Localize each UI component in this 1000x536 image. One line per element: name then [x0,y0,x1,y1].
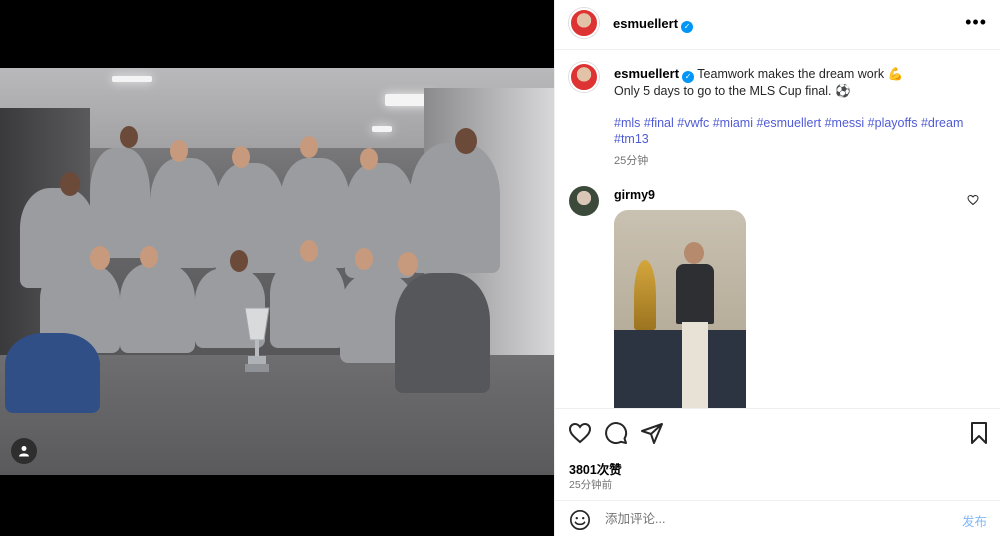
photo-person [270,258,345,348]
bookmark-icon[interactable] [967,421,991,445]
hashtag-link[interactable]: #esmuellert [756,116,821,130]
hashtag-link[interactable]: #vwfc [677,116,709,130]
emoji-icon[interactable] [569,509,591,531]
comment-image-trophy [634,260,656,330]
trophy-icon [244,307,270,372]
author-username[interactable]: esmuellert [613,16,678,31]
photo-head [90,246,110,270]
comment-icon[interactable] [604,421,628,445]
post-side-panel: esmuellert ✓ ••• esmuellert ✓ Teamwork mak… [554,0,1000,536]
comment-like-icon[interactable] [967,194,979,206]
post-comment-button[interactable]: 发布 [962,511,987,530]
like-count[interactable]: 3801次赞 [569,459,622,478]
comment-image-jacket [676,264,714,324]
photo-head [300,240,318,262]
caption-timestamp: 25分钟 [614,155,649,167]
heart-icon[interactable] [568,421,592,445]
photo-head [300,136,318,158]
photo-head [232,146,250,168]
photo-head [230,250,248,272]
author-name-row: esmuellert ✓ [613,15,694,33]
photo-head [398,252,418,276]
photo-person [215,163,285,273]
photo-head [120,126,138,148]
photo-blanket [5,333,100,413]
photo-head [355,248,373,270]
hashtag-link[interactable]: #miami [713,116,753,130]
comment-composer: 发布 [555,500,1000,536]
comment-image-trousers [682,322,708,410]
photo-head [455,128,477,154]
post-header: esmuellert ✓ ••• [555,0,1000,50]
caption-text-line-1: Teamwork makes the dream work 💪 [697,67,904,81]
verified-badge-icon: ✓ [681,20,694,33]
hashtag-link[interactable]: #messi [825,116,865,130]
caption-body: esmuellert ✓ Teamwork makes the dream wor… [614,66,984,169]
photo-head [60,172,80,196]
photo-head [170,140,188,162]
comment-image-table [614,330,746,410]
verified-badge-icon: ✓ [682,71,695,83]
post-media-pane [0,0,554,536]
comment-input[interactable] [605,509,945,529]
comment-image-head [684,242,704,264]
user-tag-icon[interactable] [11,438,37,464]
share-icon[interactable] [640,421,664,445]
photo-person [120,263,195,353]
post-actions: 3801次赞 25分钟前 [555,408,1000,500]
hashtag-link[interactable]: #playoffs [868,116,918,130]
photo-light [372,126,392,132]
hashtag-list: #mls #final #vwfc #miami #esmuellert #me… [614,115,984,147]
photo-person [90,148,150,258]
comment-image[interactable] [614,210,746,410]
post-timestamp: 25分钟前 [569,479,613,491]
photo-person [150,158,220,268]
commenter-avatar[interactable] [569,186,599,216]
caption-avatar[interactable] [569,62,599,92]
photo-head [140,246,158,268]
photo-light [112,76,152,82]
caption-username[interactable]: esmuellert [614,66,679,81]
hashtag-link[interactable]: #tm13 [614,132,649,146]
author-avatar[interactable] [569,8,599,38]
hashtag-link[interactable]: #final [644,116,674,130]
hashtag-link[interactable]: #dream [921,116,963,130]
caption-text-line-2: Only 5 days to go to the MLS Cup final. … [614,84,851,98]
photo-person [410,143,500,273]
photo-head [360,148,378,170]
photo-person [395,273,490,393]
post-photo[interactable] [0,68,554,475]
more-options-icon[interactable]: ••• [965,12,987,33]
commenter-username[interactable]: girmy9 [614,188,655,202]
hashtag-link[interactable]: #mls [614,116,640,130]
